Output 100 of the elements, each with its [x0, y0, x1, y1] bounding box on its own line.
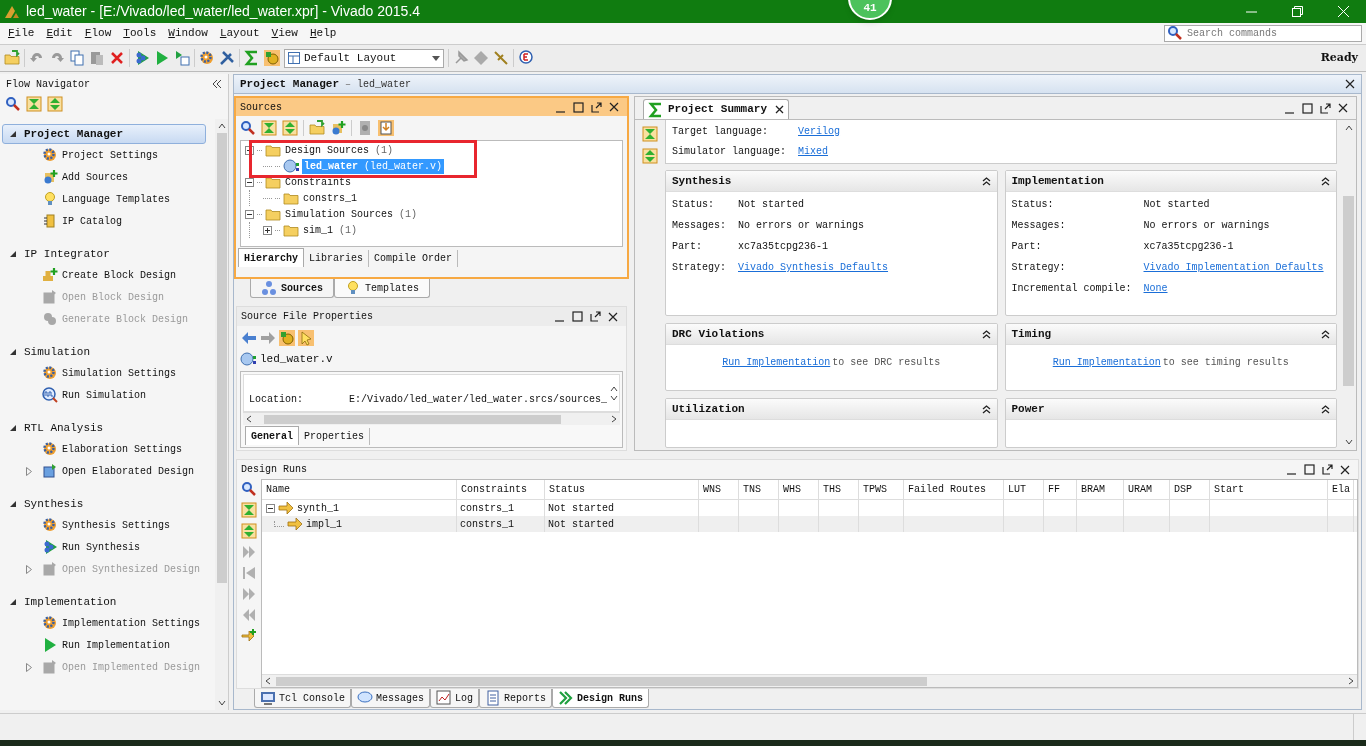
task-link[interactable]: Simulation Settings: [62, 365, 177, 381]
collapse-panel-icon[interactable]: [213, 80, 222, 88]
section-header[interactable]: IP Integrator: [2, 244, 206, 264]
tree-item[interactable]: constrs_1: [302, 190, 358, 206]
maximize-icon[interactable]: [1302, 102, 1313, 114]
close-icon[interactable]: [1345, 79, 1355, 89]
maximize-icon[interactable]: [572, 311, 583, 322]
horizontal-scrollbar[interactable]: [243, 412, 620, 425]
section-header[interactable]: Implementation: [2, 592, 206, 612]
open-folder-icon[interactable]: [4, 50, 20, 66]
document-icon[interactable]: [357, 120, 373, 136]
collapse-icon[interactable]: [1321, 329, 1330, 339]
collapse-icon[interactable]: [1321, 176, 1330, 186]
document-tab[interactable]: Project Summary: [643, 99, 790, 119]
menu-item[interactable]: Help: [305, 25, 341, 42]
tree-item[interactable]: Design Sources (1): [284, 142, 395, 158]
column-header[interactable]: TPWS: [859, 480, 904, 499]
menu-item[interactable]: View: [267, 25, 302, 42]
column-header[interactable]: Ela: [1328, 480, 1354, 499]
task-link[interactable]: Synthesis Settings: [62, 517, 171, 533]
synthesis-icon[interactable]: [134, 50, 150, 66]
vertical-scrollbar[interactable]: [215, 119, 228, 710]
collapse-icon[interactable]: [981, 329, 991, 339]
column-header[interactable]: WHS: [779, 480, 819, 499]
gear-icon[interactable]: [199, 50, 215, 66]
expander-icon[interactable]: [263, 225, 272, 235]
collapse-all-icon[interactable]: [241, 502, 257, 518]
bottom-tab[interactable]: Design Runs: [552, 689, 650, 708]
link[interactable]: Run Implementation: [722, 355, 831, 370]
search-icon[interactable]: [5, 96, 21, 112]
expand-arrow-icon[interactable]: [26, 466, 32, 476]
menu-item[interactable]: Flow: [80, 25, 116, 42]
expand-all-icon[interactable]: [47, 96, 63, 112]
view-tab[interactable]: Templates: [334, 279, 431, 298]
layout-dropdown[interactable]: Default Layout: [284, 48, 444, 68]
maximize-icon[interactable]: [573, 101, 584, 113]
column-header[interactable]: LUT: [1004, 480, 1044, 499]
section-header[interactable]: RTL Analysis: [2, 418, 206, 438]
gear-settings-icon[interactable]: [279, 330, 295, 346]
collapse-all-icon[interactable]: [261, 120, 277, 136]
column-header[interactable]: TNS: [739, 480, 779, 499]
maximize-icon[interactable]: [1304, 464, 1315, 475]
link[interactable]: Run Implementation: [1052, 355, 1161, 370]
column-header[interactable]: THS: [819, 480, 859, 499]
expand-all-icon[interactable]: [282, 120, 298, 136]
tree-item[interactable]: sim_1 (1): [302, 222, 359, 238]
task-link[interactable]: Add Sources: [62, 169, 128, 185]
tree-item[interactable]: Constraints: [284, 174, 352, 190]
close-icon[interactable]: [608, 311, 618, 322]
collapse-icon[interactable]: [981, 404, 991, 414]
panel-tab[interactable]: General: [245, 426, 299, 445]
close-icon[interactable]: [1340, 464, 1350, 475]
collapse-icon[interactable]: [1321, 404, 1330, 414]
menu-item[interactable]: File: [4, 25, 39, 42]
task-link[interactable]: Elaboration Settings: [62, 441, 183, 457]
panel-tab[interactable]: Hierarchy: [238, 248, 304, 267]
pin-icon[interactable]: [453, 50, 469, 66]
link[interactable]: Vivado Synthesis Defaults: [738, 260, 889, 275]
panel-tab[interactable]: Properties: [299, 428, 371, 445]
expand-all-icon[interactable]: [241, 523, 257, 539]
float-icon[interactable]: [591, 101, 602, 113]
column-header[interactable]: Start: [1210, 480, 1328, 499]
paste-icon[interactable]: [89, 50, 105, 66]
play-icon[interactable]: [154, 50, 170, 66]
section-header[interactable]: Project Manager: [2, 124, 206, 144]
bottom-tab[interactable]: Log: [430, 689, 480, 708]
float-icon[interactable]: [1322, 464, 1333, 475]
search-icon[interactable]: [240, 120, 256, 136]
expand-arrow-icon[interactable]: [26, 662, 32, 672]
expand-arrow-icon[interactable]: [26, 564, 32, 574]
column-header[interactable]: WNS: [699, 480, 739, 499]
expand-all-icon[interactable]: [642, 148, 658, 164]
link[interactable]: Vivado Implementation Defaults: [1143, 260, 1324, 275]
expander-icon[interactable]: [245, 209, 254, 219]
horizontal-scrollbar[interactable]: [262, 674, 1357, 687]
back-arrow-icon[interactable]: [241, 330, 257, 346]
task-link[interactable]: Language Templates: [62, 191, 171, 207]
add-run-icon[interactable]: [241, 628, 257, 644]
menu-item[interactable]: Tools: [119, 25, 161, 42]
panel-tab[interactable]: Compile Order: [369, 250, 459, 267]
column-header[interactable]: BRAM: [1077, 480, 1124, 499]
document-download-icon[interactable]: [378, 120, 394, 136]
forward-arrow-icon[interactable]: [260, 330, 276, 346]
expander-icon[interactable]: [266, 503, 275, 513]
section-header[interactable]: Synthesis: [2, 494, 206, 514]
bitstream-icon[interactable]: [174, 50, 190, 66]
tree-item[interactable]: Simulation Sources (1): [284, 206, 419, 222]
add-file-icon[interactable]: [330, 120, 346, 136]
menu-item[interactable]: Edit: [42, 25, 77, 42]
bottom-tab[interactable]: Reports: [479, 689, 553, 708]
task-link[interactable]: Create Block Design: [62, 267, 177, 283]
float-icon[interactable]: [590, 311, 601, 322]
float-icon[interactable]: [1320, 102, 1331, 114]
column-header[interactable]: FF: [1044, 480, 1077, 499]
pointer-icon[interactable]: [298, 330, 314, 346]
column-header[interactable]: Constraints: [457, 480, 545, 499]
close-icon[interactable]: [609, 102, 619, 112]
task-link[interactable]: Run Synthesis: [62, 539, 140, 555]
bottom-tab[interactable]: Tcl Console: [254, 689, 351, 708]
search-field[interactable]: Search commands: [1164, 25, 1362, 42]
